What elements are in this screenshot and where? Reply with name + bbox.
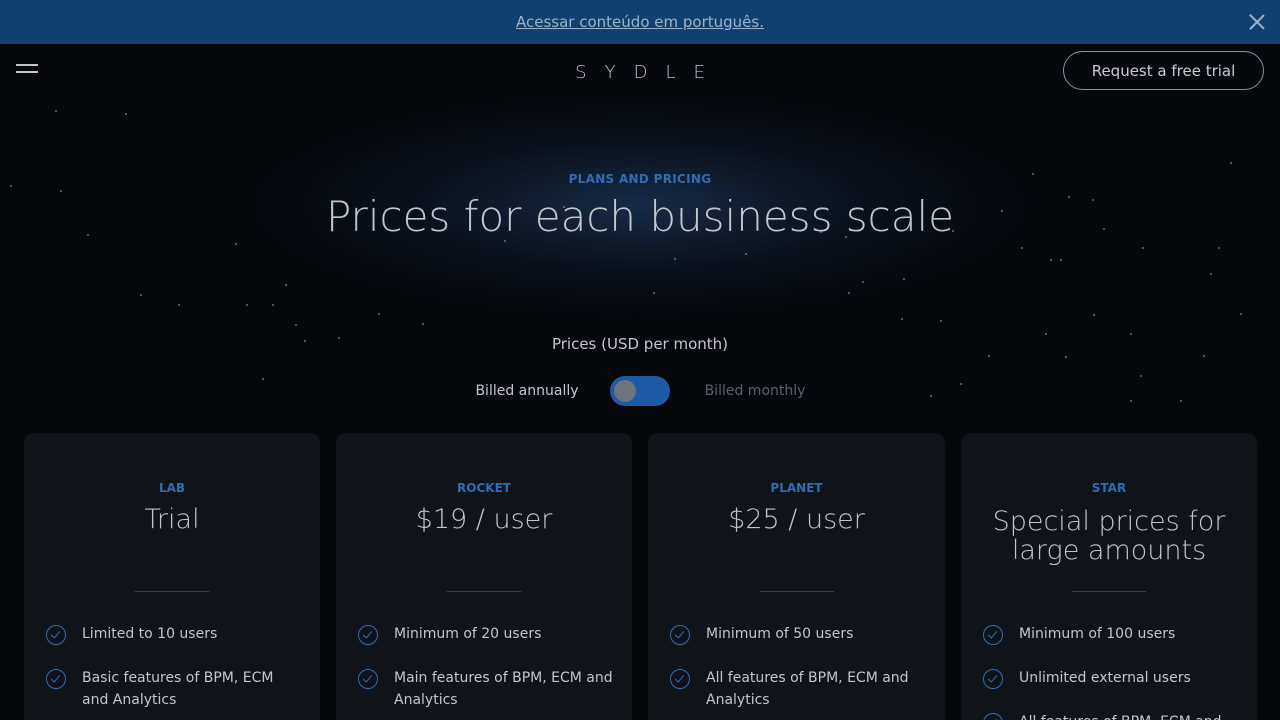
plan-price: Special prices for large amounts (992, 506, 1226, 566)
plan-card-rocket: ROCKET $19 / user Minimum of 20 users Ma… (336, 433, 632, 720)
star-dot (1021, 247, 1023, 249)
close-icon[interactable] (1248, 13, 1266, 31)
plan-card-planet: PLANET $25 / user Minimum of 50 users Al… (648, 433, 945, 720)
check-icon (358, 625, 378, 645)
star-dot (55, 110, 57, 112)
star-dot (1093, 314, 1095, 316)
feature-item: All features of BPM, ECM and Analytics (670, 669, 927, 711)
feature-text: Basic features of BPM, ECM and Analytics (82, 670, 274, 708)
check-icon (983, 669, 1003, 689)
star-dot (295, 324, 297, 326)
page-title: Prices for each business scale (325, 192, 955, 241)
star-dot (653, 292, 655, 294)
check-icon (46, 669, 66, 689)
toggle-knob (614, 380, 636, 402)
plan-price: Trial (144, 504, 200, 535)
feature-item: Basic features of BPM, ECM and Analytics (46, 669, 302, 711)
feature-item: Main features of BPM, ECM and Analytics (358, 669, 614, 711)
check-icon (670, 669, 690, 689)
hamburger-menu-icon[interactable] (16, 64, 38, 74)
star-dot (1050, 259, 1052, 261)
plan-card-lab: LAB Trial Limited to 10 users Basic feat… (24, 433, 320, 720)
plan-tier: STAR (1091, 481, 1127, 495)
feature-text: Limited to 10 users (82, 626, 218, 642)
feature-item: All features of BPM, ECM and (983, 711, 1239, 720)
star-dot (378, 313, 380, 315)
plan-price: $25 / user (728, 504, 865, 535)
billed-annually-label[interactable]: Billed annually (470, 383, 584, 399)
check-icon (983, 713, 1003, 720)
feature-text: Minimum of 50 users (706, 626, 854, 642)
plan-tier: ROCKET (457, 481, 511, 495)
check-icon (358, 669, 378, 689)
language-banner: Acessar conteúdo em português. (0, 0, 1280, 44)
billing-switch: Billed annually Billed monthly (0, 376, 1280, 406)
feature-item: Minimum of 100 users (983, 625, 1239, 645)
star-dot (1210, 273, 1212, 275)
sydle-logo[interactable]: SYDLE (540, 62, 740, 83)
request-trial-button[interactable]: Request a free trial (1063, 51, 1264, 90)
feature-item: Unlimited external users (983, 669, 1239, 689)
section-eyebrow: PLANS AND PRICING (568, 172, 712, 186)
star-dot (1218, 247, 1220, 249)
check-icon (983, 625, 1003, 645)
star-dot (1230, 162, 1232, 164)
portuguese-content-link[interactable]: Acessar conteúdo em português. (516, 13, 764, 31)
star-dot (1060, 259, 1062, 261)
check-icon (46, 625, 66, 645)
star-dot (903, 278, 905, 280)
star-dot (422, 323, 424, 325)
divider (135, 591, 209, 592)
feature-item: Minimum of 20 users (358, 625, 614, 645)
star-dot (745, 253, 747, 255)
check-icon (670, 625, 690, 645)
star-dot (285, 284, 287, 286)
divider (447, 591, 521, 592)
star-dot (178, 304, 180, 306)
feature-item: Minimum of 50 users (670, 625, 927, 645)
star-dot (1240, 313, 1242, 315)
feature-text: All features of BPM, ECM and (1019, 711, 1222, 720)
star-dot (940, 320, 942, 322)
feature-text: All features of BPM, ECM and Analytics (706, 670, 909, 708)
star-dot (848, 292, 850, 294)
star-dot (246, 304, 248, 306)
plan-card-star: STAR Special prices for large amounts Mi… (961, 433, 1257, 720)
star-dot (235, 243, 237, 245)
plan-tier: LAB (158, 481, 186, 495)
star-dot (674, 258, 676, 260)
plan-price: $19 / user (415, 504, 553, 535)
billed-monthly-label[interactable]: Billed monthly (700, 383, 810, 399)
billing-toggle[interactable] (610, 376, 670, 406)
feature-text: Main features of BPM, ECM and Analytics (394, 670, 613, 708)
star-dot (988, 355, 990, 357)
currency-label: Prices (USD per month) (551, 335, 729, 353)
divider (1072, 591, 1146, 592)
site-header: SYDLE Request a free trial (0, 44, 1280, 100)
star-dot (901, 318, 903, 320)
divider (759, 591, 834, 592)
star-dot (125, 113, 127, 115)
star-dot (140, 294, 142, 296)
star-dot (1142, 247, 1144, 249)
star-dot (862, 281, 864, 283)
feature-text: Minimum of 20 users (394, 626, 542, 642)
feature-item: Limited to 10 users (46, 625, 302, 645)
star-dot (1065, 356, 1067, 358)
feature-text: Unlimited external users (1019, 670, 1191, 686)
plan-tier: PLANET (770, 481, 823, 495)
feature-text: Minimum of 100 users (1019, 626, 1176, 642)
star-dot (272, 304, 274, 306)
star-dot (1203, 355, 1205, 357)
